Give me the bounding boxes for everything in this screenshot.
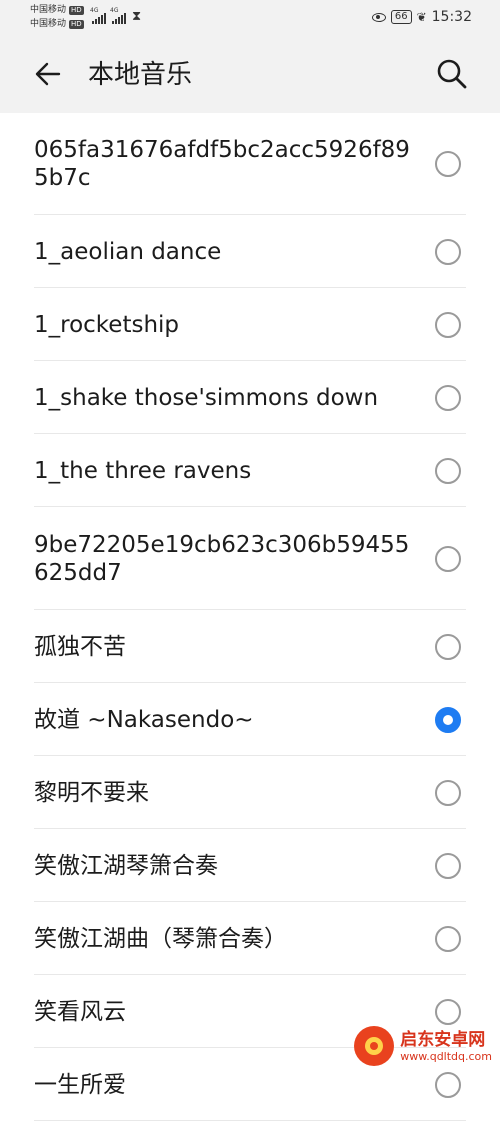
song-row[interactable]: 黎明不要来 [0, 756, 500, 829]
eye-comfort-icon [371, 12, 386, 22]
song-row[interactable]: 1_aeolian dance [0, 215, 500, 288]
hd-badge-2: HD [69, 19, 84, 29]
signal-1-icon: 4G [90, 7, 106, 24]
song-title: 1_aeolian dance [34, 239, 222, 265]
search-button[interactable] [434, 56, 470, 92]
network-type-2: 4G [110, 7, 119, 14]
song-row[interactable]: 1_the three ravens [0, 434, 500, 507]
song-title: 1_shake those'simmons down [34, 385, 379, 411]
status-bar: 中国移动 HD 中国移动 HD 4G 4G ⧗ 66 ❦ 15:32 [0, 0, 500, 36]
radio-unselected-icon[interactable] [435, 853, 461, 879]
radio-unselected-icon[interactable] [435, 312, 461, 338]
status-right: 66 ❦ 15:32 [371, 9, 472, 25]
carrier-2-label: 中国移动 [30, 19, 67, 29]
signal-2-icon: 4G [110, 7, 126, 24]
radio-unselected-icon[interactable] [435, 634, 461, 660]
back-button[interactable] [30, 56, 66, 92]
hd-badge-1: HD [69, 5, 84, 15]
network-type-1: 4G [90, 7, 99, 14]
song-title: 一生所爱 [34, 1072, 126, 1098]
song-row[interactable]: 1_shake those'simmons down [0, 361, 500, 434]
hourglass-icon: ⧗ [132, 9, 142, 24]
radio-unselected-icon[interactable] [435, 385, 461, 411]
radio-unselected-icon[interactable] [435, 151, 461, 177]
watermark-logo-icon [354, 1026, 395, 1066]
radio-unselected-icon[interactable] [435, 1072, 461, 1098]
song-row[interactable]: 笑傲江湖曲（琴箫合奏） [0, 902, 500, 975]
song-row[interactable]: 故道 ~Nakasendo~ [0, 683, 500, 756]
song-title: 笑傲江湖琴箫合奏 [34, 853, 218, 879]
song-row[interactable]: 1_rocketship [0, 288, 500, 361]
carrier-info: 中国移动 HD 中国移动 HD [30, 3, 84, 31]
song-title: 笑傲江湖曲（琴箫合奏） [34, 926, 287, 952]
song-title: 故道 ~Nakasendo~ [34, 707, 254, 733]
signal-indicators: 4G 4G ⧗ [90, 7, 142, 24]
radio-unselected-icon[interactable] [435, 239, 461, 265]
search-icon [437, 59, 467, 89]
song-title: 1_the three ravens [34, 458, 252, 484]
watermark: 启东安卓网 www.qdltdq.com [354, 1026, 492, 1066]
watermark-url: www.qdltdq.com [400, 1049, 492, 1063]
song-title: 孤独不苦 [34, 634, 126, 660]
radio-unselected-icon[interactable] [435, 546, 461, 572]
song-row[interactable]: 9be72205e19cb623c306b59455625dd7 [0, 507, 500, 610]
song-title: 065fa31676afdf5bc2acc5926f895b7c [34, 137, 410, 191]
song-list: 065fa31676afdf5bc2acc5926f895b7c 1_aeolia… [0, 113, 500, 1121]
power-saving-leaf-icon: ❦ [416, 10, 427, 24]
clock-time: 15:32 [431, 9, 472, 25]
song-row[interactable]: 孤独不苦 [0, 610, 500, 683]
song-row[interactable]: 笑傲江湖琴箫合奏 [0, 829, 500, 902]
radio-selected-icon[interactable] [435, 707, 461, 733]
watermark-name: 启东安卓网 [400, 1029, 486, 1050]
radio-unselected-icon[interactable] [435, 926, 461, 952]
app-bar: 本地音乐 [0, 36, 500, 113]
radio-unselected-icon[interactable] [435, 458, 461, 484]
page-title: 本地音乐 [88, 60, 193, 90]
song-title: 9be72205e19cb623c306b59455625dd7 [34, 532, 410, 586]
battery-icon: 66 [390, 10, 412, 24]
song-row[interactable]: 065fa31676afdf5bc2acc5926f895b7c [0, 113, 500, 215]
back-arrow-icon [35, 62, 61, 86]
song-title: 笑看风云 [34, 999, 126, 1025]
carrier-1-label: 中国移动 [30, 5, 67, 15]
radio-unselected-icon[interactable] [435, 999, 461, 1025]
song-title: 1_rocketship [34, 312, 180, 338]
radio-unselected-icon[interactable] [435, 780, 461, 806]
song-title: 黎明不要来 [34, 780, 149, 806]
